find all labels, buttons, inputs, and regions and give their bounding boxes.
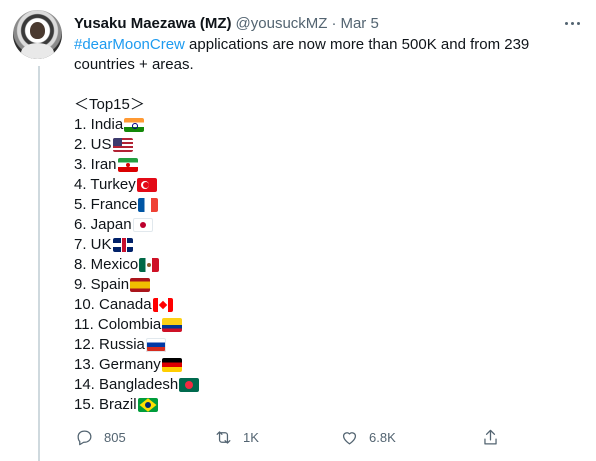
country-label: 1. India — [74, 116, 124, 133]
country-label: 4. Turkey — [74, 176, 136, 193]
list-heading: ＜Top15＞ — [74, 96, 145, 113]
intro-line-2: countries + areas. — [74, 56, 194, 73]
country-list-item: 11. Colombia — [74, 315, 574, 335]
action-bar: 805 1K 6.8K — [70, 427, 510, 447]
retweet-count: 1K — [243, 429, 259, 445]
thread-line — [38, 66, 40, 461]
tweet-date[interactable]: Mar 5 — [340, 15, 378, 32]
country-label: 5. France — [74, 196, 138, 213]
iran-flag-icon — [117, 158, 138, 172]
avatar[interactable] — [13, 10, 62, 59]
us-flag-icon — [112, 138, 133, 152]
country-label: 14. Bangladesh — [74, 376, 179, 393]
intro-line-1: #dearMoonCrew applications are now more … — [74, 35, 574, 55]
country-label: 12. Russia — [74, 336, 145, 353]
country-label: 3. Iran — [74, 156, 117, 173]
tweet-text: #dearMoonCrew applications are now more … — [74, 35, 574, 415]
bangladesh-flag-icon — [179, 378, 200, 392]
country-list-item: 9. Spain — [74, 275, 574, 295]
country-label: 8. Mexico — [74, 256, 139, 273]
intro-text: applications are now more than 500K and … — [184, 36, 530, 53]
japan-flag-icon — [132, 218, 153, 232]
country-label: 13. Germany — [74, 356, 161, 373]
country-label: 11. Colombia — [74, 316, 162, 333]
country-label: 2. US — [74, 136, 112, 153]
country-label: 15. Brazil — [74, 396, 137, 413]
country-label: 10. Canada — [74, 296, 152, 313]
uk-flag-icon — [112, 238, 133, 252]
reply-button[interactable]: 805 — [75, 427, 126, 447]
reply-count: 805 — [104, 429, 126, 445]
display-name[interactable]: Yusaku Maezawa (MZ) — [74, 15, 232, 32]
canada-flag-icon — [152, 298, 173, 312]
country-label: 6. Japan — [74, 216, 132, 233]
france-flag-icon — [138, 198, 159, 212]
share-icon — [484, 429, 497, 444]
germany-flag-icon — [161, 358, 182, 372]
country-list-item: 14. Bangladesh — [74, 375, 574, 395]
country-list-item: 8. Mexico — [74, 255, 574, 275]
country-list-item: 3. Iran — [74, 155, 574, 175]
country-list: 1. India 2. US 3. Iran 4. Turkey 5. France 6.… — [74, 115, 574, 415]
spain-flag-icon — [130, 278, 151, 292]
more-options-icon[interactable] — [562, 13, 582, 33]
avatar-suit — [21, 43, 54, 59]
hashtag-link[interactable]: #dearMoonCrew — [74, 36, 185, 53]
mexico-flag-icon — [139, 258, 160, 272]
avatar-face — [30, 22, 45, 39]
tweet-header: Yusaku Maezawa (MZ) @yousuckMZ · Mar 5 — [74, 13, 379, 33]
like-count: 6.8K — [369, 429, 396, 445]
retweet-icon — [216, 430, 231, 444]
country-label: 7. UK — [74, 236, 112, 253]
country-list-item: 6. Japan — [74, 215, 574, 235]
country-list-item: 12. Russia — [74, 335, 574, 355]
user-handle[interactable]: @yousuckMZ — [236, 15, 328, 32]
country-list-item: 10. Canada — [74, 295, 574, 315]
like-button[interactable]: 6.8K — [340, 427, 396, 447]
country-list-item: 7. UK — [74, 235, 574, 255]
india-flag-icon — [124, 118, 145, 132]
retweet-button[interactable]: 1K — [214, 427, 259, 447]
colombia-flag-icon — [162, 318, 183, 332]
share-button[interactable] — [481, 427, 500, 447]
country-list-item: 4. Turkey — [74, 175, 574, 195]
country-list-item: 15. Brazil — [74, 395, 574, 415]
country-label: 9. Spain — [74, 276, 130, 293]
brazil-flag-icon — [137, 398, 158, 412]
heart-icon — [342, 431, 357, 444]
country-list-item: 1. India — [74, 115, 574, 135]
separator-dot: · — [331, 14, 337, 32]
turkey-flag-icon — [136, 178, 157, 192]
country-list-item: 5. France — [74, 195, 574, 215]
country-list-item: 2. US — [74, 135, 574, 155]
reply-icon — [77, 430, 92, 445]
russia-flag-icon — [145, 338, 166, 352]
tweet[interactable]: Yusaku Maezawa (MZ) @yousuckMZ · Mar 5 #… — [0, 0, 596, 461]
country-list-item: 13. Germany — [74, 355, 574, 375]
